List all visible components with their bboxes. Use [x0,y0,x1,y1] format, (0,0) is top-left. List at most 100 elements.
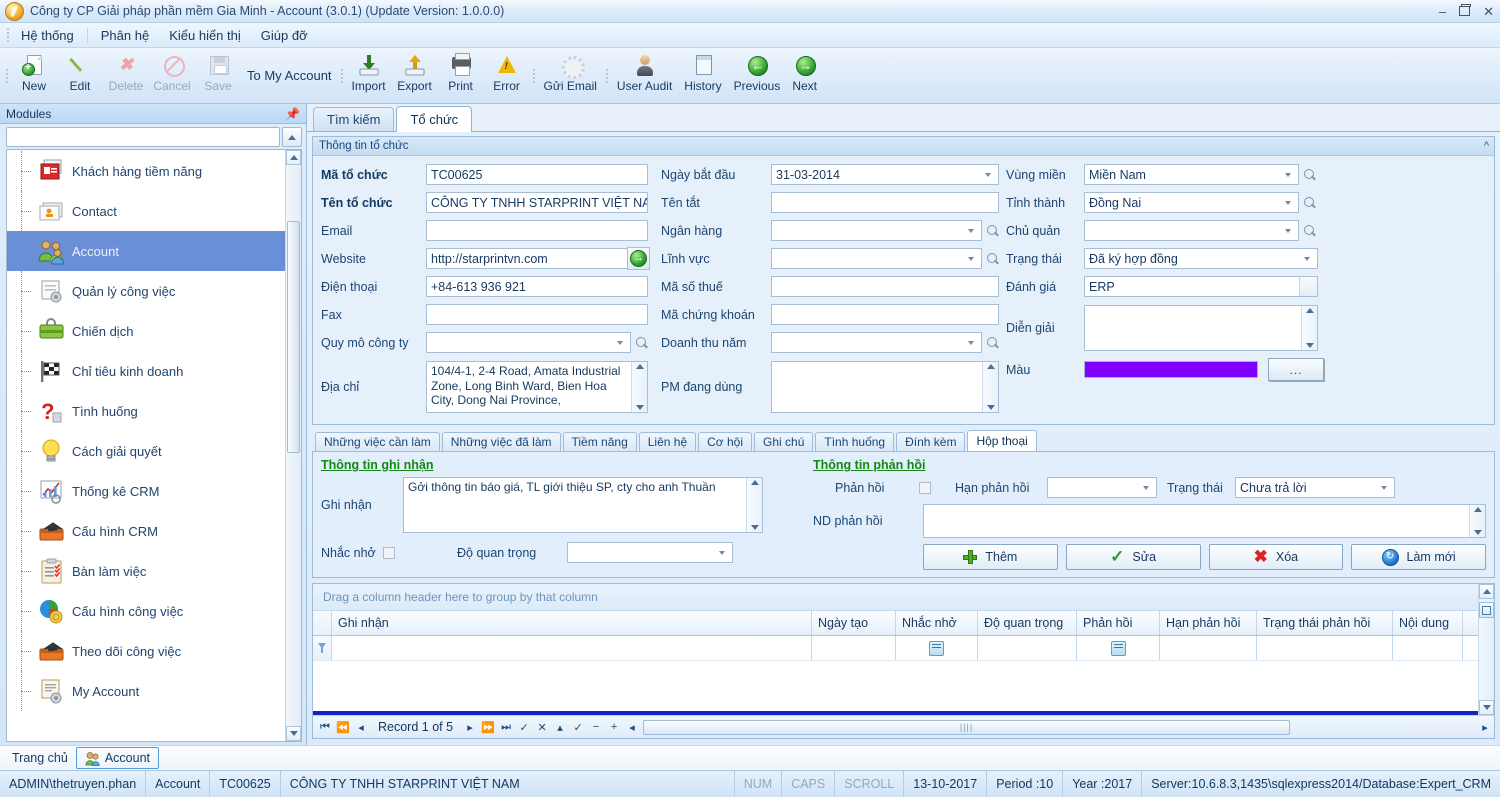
sidebar-item-b-n-l-m-vi-c[interactable]: Bàn làm việc [7,551,285,591]
input-vung-mien[interactable]: Miền Nam [1084,164,1299,185]
print-button[interactable]: Print [438,48,484,103]
chevron-down-icon[interactable] [1281,200,1294,205]
textarea-dien-giai[interactable] [1084,305,1318,351]
input-ma-chung-khoan[interactable] [771,304,999,325]
input-ngay-bat-dau[interactable]: 31-03-2014 [771,164,999,185]
textarea-nd-phan-hoi[interactable] [923,504,1486,538]
nav-next-button[interactable]: ▸ [461,717,479,737]
nav-delete-button[interactable]: − [587,717,605,737]
chevron-down-icon[interactable] [1377,485,1390,490]
delete-button[interactable]: ✖ Delete [103,48,149,103]
search-icon-tinh-thanh[interactable] [1302,195,1318,211]
detail-tab-nh-k-m[interactable]: Đính kèm [896,432,966,451]
chevron-down-icon[interactable] [981,172,994,177]
grid-scroll-down[interactable] [1479,700,1494,715]
sidebar-item-account[interactable]: Account [7,231,285,271]
save-button[interactable]: Save [195,48,241,103]
refresh-button[interactable]: ↻ Làm mới [1351,544,1486,570]
close-icon[interactable]: ✕ [1483,5,1494,18]
input-email[interactable] [426,220,648,241]
sidebar-item-kh-ch-h-ng-ti-m-n-ng[interactable]: Khách hàng tiềm năng [7,151,285,191]
sidebar-scrollbar[interactable] [285,150,301,741]
detail-tab-h-p-tho-i[interactable]: Hộp thoại [967,430,1037,451]
input-ngan-hang[interactable] [771,220,982,241]
grid-column-header[interactable]: Trạng thái phản hồi [1257,611,1393,635]
editor-button-icon[interactable] [929,640,944,656]
nd-phan-hoi-scrollbar[interactable] [1469,505,1485,537]
grid-filter-cell[interactable] [812,636,896,660]
history-button[interactable]: History [678,48,727,103]
detail-tab-nh-ng-vi-c-l-m[interactable]: Những việc đã làm [441,432,561,451]
nav-prev-button[interactable]: ◂ [352,717,370,737]
filter-funnel-button[interactable] [313,636,332,660]
hscroll-thumb[interactable]: |||| [643,719,1291,735]
sidebar-item-chi-n-d-ch[interactable]: Chiến dịch [7,311,285,351]
search-icon-chu-quan[interactable] [1302,223,1318,239]
add-button[interactable]: Thêm [923,544,1058,570]
chevron-down-icon[interactable] [964,228,977,233]
chevron-down-icon[interactable] [613,340,626,345]
edit-button[interactable]: Edit [57,48,103,103]
grid-filter-cell[interactable] [1257,636,1393,660]
grid-filter-cell[interactable] [332,636,812,660]
chevron-down-icon[interactable] [964,340,977,345]
nav-last-button[interactable]: ⏭ [497,717,515,737]
tab-t-m-ki-m[interactable]: Tìm kiếm [313,107,395,131]
detail-tab-ghi-ch[interactable]: Ghi chú [754,432,814,451]
nav-insert-button[interactable]: + [605,717,623,737]
ghi-nhan-scrollbar[interactable] [746,478,762,532]
search-icon-ngan-hang[interactable] [985,223,1001,239]
pm-scrollbar[interactable] [982,362,998,412]
chevron-down-icon[interactable] [715,550,728,555]
grid-column-header[interactable]: Phản hồi [1077,611,1160,635]
input-ma-so-thue[interactable] [771,276,999,297]
to-my-account-button[interactable]: To My Account [241,48,338,103]
grid-column-header[interactable]: Ngày tạo [812,611,896,635]
nav-accept-button[interactable]: ✓ [515,717,533,737]
sidebar-item-my-account[interactable]: My Account [7,671,285,711]
input-do-quan-trong[interactable] [567,542,733,563]
sidebar-item-contact[interactable]: Contact [7,191,285,231]
send-email-button[interactable]: Gửi Email [538,48,603,103]
input-ma-to-chuc[interactable]: TC00625 [426,164,648,185]
sidebar-item-c-ch-gi-i-quy-t[interactable]: Cách giải quyết [7,431,285,471]
textarea-pm-dang-dung[interactable] [771,361,999,413]
menu-item-kieu-hien-thi[interactable]: Kiểu hiển thị [159,25,251,46]
detail-tab-t-nh-hu-ng[interactable]: Tình huống [815,432,895,451]
input-fax[interactable] [426,304,648,325]
sidebar-item-theo-d-i-c-ng-vi-c[interactable]: Theo dõi công việc [7,631,285,671]
checkbox-phan-hoi[interactable] [919,481,931,494]
input-trang-thai[interactable]: Đã ký hợp đồng [1084,248,1318,269]
editor-button-icon[interactable] [1110,640,1126,656]
grid-column-chooser-icon[interactable] [1479,602,1494,618]
grid-scroll-up[interactable] [1479,584,1494,599]
grid-filter-cell[interactable] [1393,636,1463,660]
input-doanh-thu-nam[interactable] [771,332,982,353]
grid-column-header[interactable]: Nhắc nhở [896,611,978,635]
hscroll-right-button[interactable]: ▸ [1476,717,1494,737]
chevron-down-icon[interactable] [964,256,977,261]
grid-filter-cell[interactable] [1160,636,1257,660]
nav-up-button[interactable]: ▴ [551,717,569,737]
sidebar-item-c-u-h-nh-c-ng-vi-c[interactable]: Cấu hình công việc [7,591,285,631]
import-button[interactable]: Import [346,48,392,103]
error-button[interactable]: Error [484,48,530,103]
chevron-up-icon[interactable]: ^ [1484,140,1489,152]
pin-icon[interactable]: 📌 [285,107,300,121]
next-button[interactable]: → Next [786,48,823,103]
grid-column-header[interactable]: Ghi nhận [332,611,812,635]
dia-chi-scrollbar[interactable] [631,362,647,412]
sidebar-search-input[interactable] [6,127,280,147]
search-icon-vung-mien[interactable] [1302,167,1318,183]
group-by-hint[interactable]: Drag a column header here to group by th… [313,584,1478,611]
delete-record-button[interactable]: ✖ Xóa [1208,544,1344,570]
sidebar-collapse-button[interactable] [282,127,302,147]
search-icon-quy-mo[interactable] [634,335,650,351]
grid-vertical-scrollbar[interactable] [1478,584,1494,715]
input-trang-thai-ph[interactable]: Chưa trả lời [1235,477,1395,498]
nav-prev-page-button[interactable]: ⏪ [334,717,352,737]
tab-t-ch-c[interactable]: Tổ chức [396,106,473,132]
grid-filter-cell[interactable] [1077,636,1160,660]
scroll-down-button[interactable] [286,726,301,741]
input-ten-to-chuc[interactable]: CÔNG TY TNHH STARPRINT VIỆT NAM [426,192,648,213]
